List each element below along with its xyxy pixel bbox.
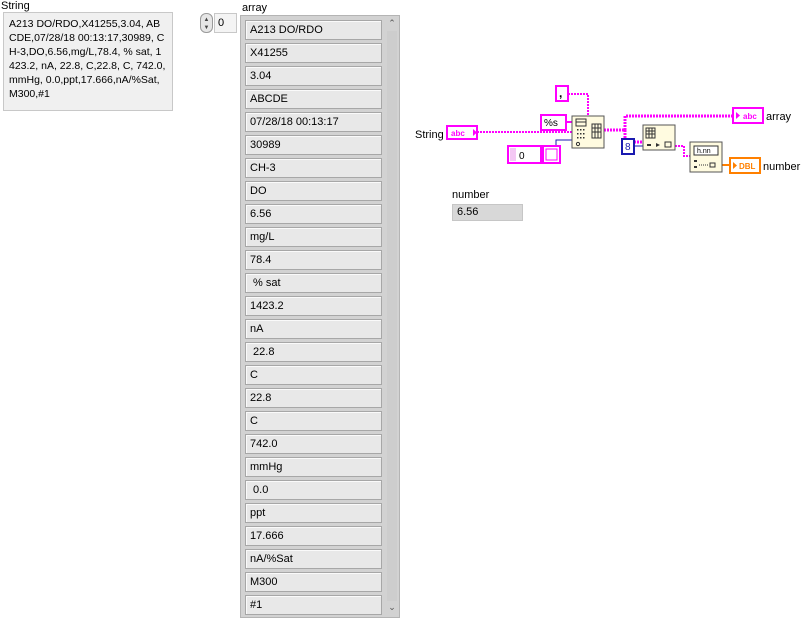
array-element[interactable]: ppt — [245, 503, 382, 523]
scroll-down-icon[interactable]: ⌄ — [386, 602, 398, 613]
array-element[interactable]: C — [245, 411, 382, 431]
array-element[interactable]: DO — [245, 181, 382, 201]
array-element[interactable]: #1 — [245, 595, 382, 615]
offset-constant[interactable]: 0 — [507, 145, 561, 164]
array-scrollbar[interactable]: ⌃ ⌄ — [386, 18, 398, 615]
number-indicator[interactable]: 6.56 — [452, 204, 523, 221]
array-indicator[interactable]: A213 DO/RDO X41255 3.04 ABCDE 07/28/18 00:13… — [240, 15, 400, 618]
string-to-number-node[interactable]: h.nn — [689, 141, 723, 173]
scroll-up-icon[interactable]: ⌃ — [386, 18, 398, 29]
array-element[interactable]: 6.56 — [245, 204, 382, 224]
string-indicator[interactable]: A213 DO/RDO,X41255,3.04, ABCDE,07/28/18 … — [3, 12, 173, 111]
array-element[interactable]: 07/28/18 00:13:17 — [245, 112, 382, 132]
array-element[interactable]: % sat — [245, 273, 382, 293]
array-label: array — [242, 2, 268, 14]
scrollbar-track[interactable] — [387, 31, 397, 601]
format-text: %s — [544, 118, 558, 129]
array-element[interactable]: ABCDE — [245, 89, 382, 109]
array-element[interactable]: 78.4 — [245, 250, 382, 270]
array-element[interactable]: 1423.2 — [245, 296, 382, 316]
spin-down-icon[interactable]: ▼ — [201, 24, 212, 32]
array-element[interactable]: M300 — [245, 572, 382, 592]
array-element[interactable]: mg/L — [245, 227, 382, 247]
array-element[interactable]: 742.0 — [245, 434, 382, 454]
array-element[interactable]: 22.8 — [245, 342, 382, 362]
array-element[interactable]: mmHg — [245, 457, 382, 477]
string-terminal-glyph: abc — [451, 129, 465, 138]
array-indicator-terminal[interactable]: abc — [732, 107, 764, 124]
string-control-terminal[interactable]: abc — [446, 125, 478, 140]
spreadsheet-to-array-node[interactable] — [571, 115, 605, 149]
number-indicator-terminal[interactable]: DBL — [729, 157, 761, 174]
number-terminal-label: number — [763, 161, 801, 173]
array-element-list: A213 DO/RDO X41255 3.04 ABCDE 07/28/18 00:13… — [245, 20, 382, 618]
array-element[interactable]: nA/%Sat — [245, 549, 382, 569]
array-element[interactable]: 3.04 — [245, 66, 382, 86]
index-constant[interactable]: 8 — [621, 138, 635, 155]
delimiter-constant[interactable]: , — [555, 85, 569, 102]
array-element[interactable]: 30989 — [245, 135, 382, 155]
index-spinner[interactable]: ▲ ▼ — [200, 13, 213, 33]
offset-text: 0 — [519, 151, 525, 162]
index-const-text: 8 — [625, 142, 631, 153]
array-element[interactable]: CH-3 — [245, 158, 382, 178]
array-index-control[interactable]: ▲ ▼ 0 — [200, 13, 238, 33]
block-diagram: String abc , %s 0 8 h.nn abc array DBL n… — [415, 85, 801, 174]
number-terminal-glyph: DBL — [739, 162, 756, 171]
array-element[interactable]: nA — [245, 319, 382, 339]
array-element[interactable]: 22.8 — [245, 388, 382, 408]
string-terminal-label: String — [415, 129, 444, 141]
index-value[interactable]: 0 — [214, 13, 237, 33]
array-element[interactable]: X41255 — [245, 43, 382, 63]
spin-up-icon[interactable]: ▲ — [201, 16, 212, 24]
array-terminal-glyph: abc — [743, 112, 757, 121]
array-element[interactable]: 0.0 — [245, 480, 382, 500]
delimiter-text: , — [559, 86, 562, 100]
convert-glyph: h.nn — [697, 148, 711, 155]
index-array-node[interactable] — [642, 124, 676, 151]
array-element[interactable]: A213 DO/RDO — [245, 20, 382, 40]
array-element[interactable]: C — [245, 365, 382, 385]
array-element[interactable]: 17.666 — [245, 526, 382, 546]
array-terminal-label: array — [766, 111, 792, 123]
format-constant[interactable]: %s — [540, 114, 567, 131]
